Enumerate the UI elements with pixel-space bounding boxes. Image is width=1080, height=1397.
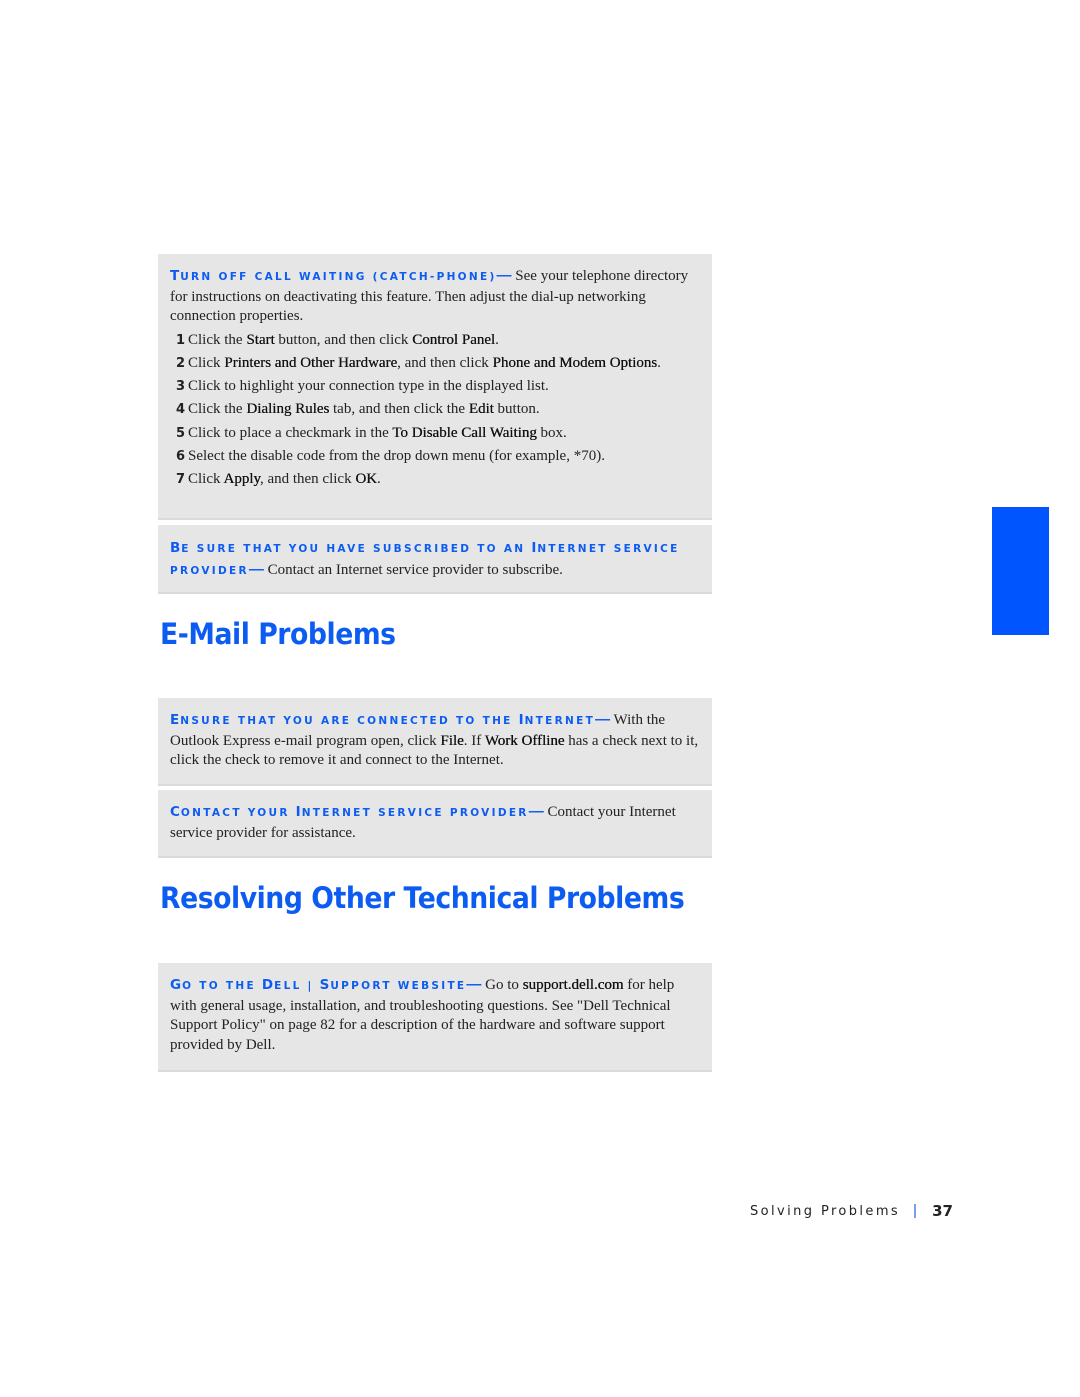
tip-box-isp-subscription: Be sure that you have subscribed to an I…: [158, 525, 712, 594]
support-link[interactable]: support.dell.com: [523, 977, 624, 993]
step-item: 7 Click Apply, and then click OK.: [176, 470, 381, 487]
tip-heading: Turn off call waiting (catch-phone): [170, 268, 497, 284]
footer-divider: [914, 1204, 917, 1218]
step-item: 4 Click the Dialing Rules tab, and then c…: [176, 401, 540, 418]
page-footer: Solving Problems 37: [750, 1202, 953, 1220]
step-item: 5 Click to place a checkmark in the To Di…: [176, 424, 567, 441]
tip-text: Contact an Internet service provider to …: [267, 561, 563, 578]
chapter-tab-marker: [992, 507, 1049, 635]
footer-section-title: Solving Problems: [750, 1203, 901, 1219]
section-heading-email: E-Mail Problems: [160, 617, 396, 651]
tip-heading: Go to the Dell | Support website: [170, 977, 467, 993]
step-item: 2 Click Printers and Other Hardware, and …: [176, 354, 661, 371]
section-heading-other-problems: Resolving Other Technical Problems: [160, 881, 685, 915]
tip-box-contact-isp: Contact your Internet service provider— …: [158, 790, 712, 858]
step-item: 1 Click the Start button, and then click …: [176, 331, 499, 348]
tip-box-call-waiting: Turn off call waiting (catch-phone)— See…: [158, 254, 712, 520]
tip-box-internet-connection: Ensure that you are connected to the Int…: [158, 698, 712, 786]
tip-heading: Contact your Internet service provider: [170, 804, 529, 820]
steps-list: 1 Click the Start button, and then click …: [170, 331, 700, 490]
step-item: 3 Click to highlight your connection type…: [176, 378, 549, 395]
tip-box-dell-support: Go to the Dell | Support website— Go to …: [158, 963, 712, 1072]
tip-heading: Ensure that you are connected to the Int…: [170, 712, 596, 728]
step-item: 6 Select the disable code from the drop d…: [176, 447, 605, 464]
page-number: 37: [932, 1202, 953, 1220]
